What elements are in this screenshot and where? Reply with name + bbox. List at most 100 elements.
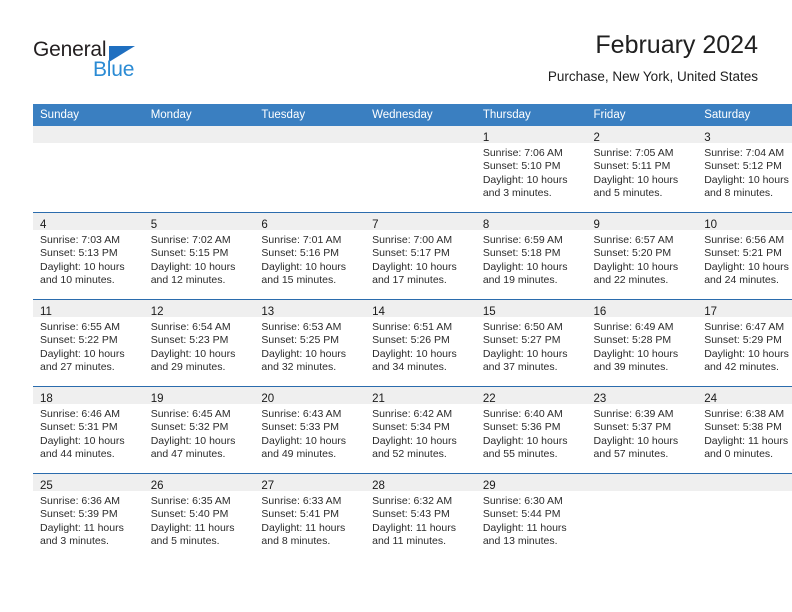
- daylight-duration-cont: and 52 minutes.: [372, 448, 447, 461]
- day-number-band: 10: [697, 213, 792, 231]
- calendar-empty-cell: [254, 126, 366, 213]
- calendar-day-cell[interactable]: 4 Sunrise: 7:03 AM Sunset: 5:13 PM Daylight…: [33, 212, 144, 300]
- daylight-duration-cont: and 12 minutes.: [150, 274, 226, 287]
- calendar-day-cell[interactable]: 7 Sunrise: 7:00 AM Sunset: 5:17 PM Daylight…: [365, 212, 476, 300]
- sunrise-time: Sunrise: 6:30 AM: [482, 495, 563, 507]
- day-details: [33, 143, 144, 147]
- sunset-time: Sunset: 5:36 PM: [482, 421, 561, 434]
- calendar-day-cell[interactable]: 29 Sunrise: 6:30 AM Sunset: 5:44 PM Dayligh…: [475, 473, 587, 560]
- sunrise-time: Sunrise: 6:57 AM: [593, 234, 674, 246]
- day-details: Sunrise: 6:56 AM Sunset: 5:21 PM Daylight:…: [697, 230, 792, 288]
- calendar-day-cell[interactable]: 17 Sunrise: 6:47 AM Sunset: 5:29 PM Dayligh…: [697, 299, 792, 387]
- sunset-time: Sunset: 5:40 PM: [150, 508, 229, 521]
- daylight-duration: Daylight: 10 hours: [261, 434, 347, 447]
- calendar-day-cell[interactable]: 2 Sunrise: 7:05 AM Sunset: 5:11 PM Daylight…: [586, 126, 698, 213]
- calendar-day-cell[interactable]: 26 Sunrise: 6:35 AM Sunset: 5:40 PM Dayligh…: [143, 473, 255, 560]
- calendar-day-cell[interactable]: 1 Sunrise: 7:06 AM Sunset: 5:10 PM Daylight…: [475, 126, 587, 213]
- day-number: 20: [261, 393, 275, 405]
- sunset-time: Sunset: 5:32 PM: [150, 421, 229, 434]
- day-details: Sunrise: 6:47 AM Sunset: 5:29 PM Daylight:…: [697, 317, 792, 375]
- daylight-duration: Daylight: 11 hours: [40, 521, 124, 534]
- calendar-day-cell[interactable]: 19 Sunrise: 6:45 AM Sunset: 5:32 PM Dayligh…: [143, 386, 255, 474]
- daylight-duration: Daylight: 10 hours: [150, 347, 236, 360]
- day-number-band: 27: [254, 474, 366, 492]
- day-details: Sunrise: 6:49 AM Sunset: 5:28 PM Daylight:…: [587, 317, 698, 375]
- day-details: Sunrise: 6:50 AM Sunset: 5:27 PM Daylight:…: [476, 317, 587, 375]
- daylight-duration: Daylight: 10 hours: [40, 260, 125, 273]
- sunset-time: Sunset: 5:13 PM: [40, 247, 118, 260]
- sunset-time: Sunset: 5:43 PM: [372, 508, 450, 521]
- calendar-day-cell[interactable]: 28 Sunrise: 6:32 AM Sunset: 5:43 PM Dayligh…: [365, 473, 476, 560]
- calendar-day-cell[interactable]: 9 Sunrise: 6:57 AM Sunset: 5:20 PM Daylight…: [586, 212, 698, 300]
- day-number: 10: [704, 219, 718, 231]
- day-details: Sunrise: 6:45 AM Sunset: 5:32 PM Daylight:…: [144, 404, 255, 462]
- calendar-week-row: 11 Sunrise: 6:55 AM Sunset: 5:22 PM Dayligh…: [33, 299, 792, 387]
- calendar-day-cell[interactable]: 16 Sunrise: 6:49 AM Sunset: 5:28 PM Dayligh…: [586, 299, 698, 387]
- daylight-duration: Daylight: 10 hours: [482, 173, 568, 186]
- calendar-day-cell[interactable]: 24 Sunrise: 6:38 AM Sunset: 5:38 PM Dayligh…: [697, 386, 792, 474]
- daylight-duration-cont: and 5 minutes.: [593, 187, 663, 200]
- sunrise-time: Sunrise: 7:00 AM: [372, 234, 453, 246]
- calendar-day-cell[interactable]: 25 Sunrise: 6:36 AM Sunset: 5:39 PM Dayligh…: [33, 473, 144, 560]
- calendar-day-cell[interactable]: 18 Sunrise: 6:46 AM Sunset: 5:31 PM Dayligh…: [33, 386, 144, 474]
- calendar-week-row: 18 Sunrise: 6:46 AM Sunset: 5:31 PM Dayligh…: [33, 386, 792, 474]
- sunset-time: Sunset: 5:41 PM: [261, 508, 340, 521]
- calendar-day-cell[interactable]: 11 Sunrise: 6:55 AM Sunset: 5:22 PM Dayligh…: [33, 299, 144, 387]
- sunrise-time: Sunrise: 6:40 AM: [482, 408, 563, 420]
- calendar-day-cell[interactable]: 22 Sunrise: 6:40 AM Sunset: 5:36 PM Dayligh…: [475, 386, 587, 474]
- day-details: Sunrise: 6:40 AM Sunset: 5:36 PM Daylight:…: [476, 404, 587, 462]
- sunrise-time: Sunrise: 6:50 AM: [482, 321, 563, 333]
- day-details: Sunrise: 6:30 AM Sunset: 5:44 PM Daylight:…: [476, 491, 587, 549]
- sunset-time: Sunset: 5:38 PM: [704, 421, 782, 434]
- day-number: 13: [261, 306, 275, 318]
- calendar-day-cell[interactable]: 13 Sunrise: 6:53 AM Sunset: 5:25 PM Dayligh…: [254, 299, 366, 387]
- day-number: 1: [482, 132, 490, 144]
- sunset-time: Sunset: 5:10 PM: [482, 160, 561, 173]
- calendar-day-cell[interactable]: 8 Sunrise: 6:59 AM Sunset: 5:18 PM Daylight…: [475, 212, 587, 300]
- daylight-duration: Daylight: 10 hours: [704, 347, 789, 360]
- calendar-day-cell[interactable]: 20 Sunrise: 6:43 AM Sunset: 5:33 PM Dayligh…: [254, 386, 366, 474]
- daylight-duration: Daylight: 11 hours: [704, 434, 789, 447]
- daylight-duration-cont: and 8 minutes.: [704, 187, 774, 200]
- calendar-day-cell[interactable]: 5 Sunrise: 7:02 AM Sunset: 5:15 PM Daylight…: [143, 212, 255, 300]
- sunrise-time: Sunrise: 6:32 AM: [372, 495, 453, 507]
- day-number: 15: [482, 306, 496, 318]
- calendar-day-cell[interactable]: 15 Sunrise: 6:50 AM Sunset: 5:27 PM Dayligh…: [475, 299, 587, 387]
- daylight-duration: Daylight: 10 hours: [261, 347, 347, 360]
- calendar-day-cell[interactable]: 12 Sunrise: 6:54 AM Sunset: 5:23 PM Dayligh…: [143, 299, 255, 387]
- general-blue-logo[interactable]: General Blue: [33, 38, 253, 94]
- day-number-band: [33, 126, 144, 143]
- calendar-day-cell[interactable]: 21 Sunrise: 6:42 AM Sunset: 5:34 PM Dayligh…: [365, 386, 476, 474]
- sunset-time: Sunset: 5:33 PM: [261, 421, 340, 434]
- calendar-day-cell[interactable]: 23 Sunrise: 6:39 AM Sunset: 5:37 PM Dayligh…: [586, 386, 698, 474]
- day-number: 7: [372, 219, 379, 231]
- sunset-time: Sunset: 5:37 PM: [593, 421, 672, 434]
- calendar-day-cell[interactable]: 10 Sunrise: 6:56 AM Sunset: 5:21 PM Dayligh…: [697, 212, 792, 300]
- day-number: 22: [482, 393, 496, 405]
- day-details: Sunrise: 6:55 AM Sunset: 5:22 PM Daylight:…: [33, 317, 144, 375]
- day-number-band: 5: [143, 213, 255, 231]
- weekday-header-saturday: Saturday: [697, 104, 792, 126]
- day-number: 3: [704, 132, 711, 144]
- day-details: [365, 143, 476, 147]
- page-title: February 2024: [595, 31, 758, 59]
- sunrise-time: Sunrise: 6:53 AM: [261, 321, 342, 333]
- day-number: 24: [704, 393, 718, 405]
- day-number: 4: [40, 219, 47, 231]
- calendar-day-cell[interactable]: 27 Sunrise: 6:33 AM Sunset: 5:41 PM Dayligh…: [254, 473, 366, 560]
- calendar-day-cell[interactable]: 3 Sunrise: 7:04 AM Sunset: 5:12 PM Daylight…: [697, 126, 792, 213]
- calendar-day-cell[interactable]: 14 Sunrise: 6:51 AM Sunset: 5:26 PM Dayligh…: [365, 299, 476, 387]
- day-number: 17: [704, 306, 718, 318]
- calendar-day-cell[interactable]: 6 Sunrise: 7:01 AM Sunset: 5:16 PM Daylight…: [254, 212, 366, 300]
- day-number-band: 17: [697, 300, 792, 318]
- calendar-week-row: 4 Sunrise: 7:03 AM Sunset: 5:13 PM Daylight…: [33, 212, 792, 300]
- day-details: Sunrise: 7:00 AM Sunset: 5:17 PM Daylight:…: [365, 230, 476, 288]
- day-number-band: 25: [33, 474, 144, 492]
- day-number: 12: [150, 306, 164, 318]
- day-details: Sunrise: 6:32 AM Sunset: 5:43 PM Daylight:…: [365, 491, 476, 549]
- day-number-band: 1: [475, 126, 587, 144]
- weekday-header-sunday: Sunday: [33, 104, 144, 126]
- day-number: 29: [482, 480, 496, 492]
- day-number-band: 15: [475, 300, 587, 318]
- calendar-empty-cell: [143, 126, 255, 213]
